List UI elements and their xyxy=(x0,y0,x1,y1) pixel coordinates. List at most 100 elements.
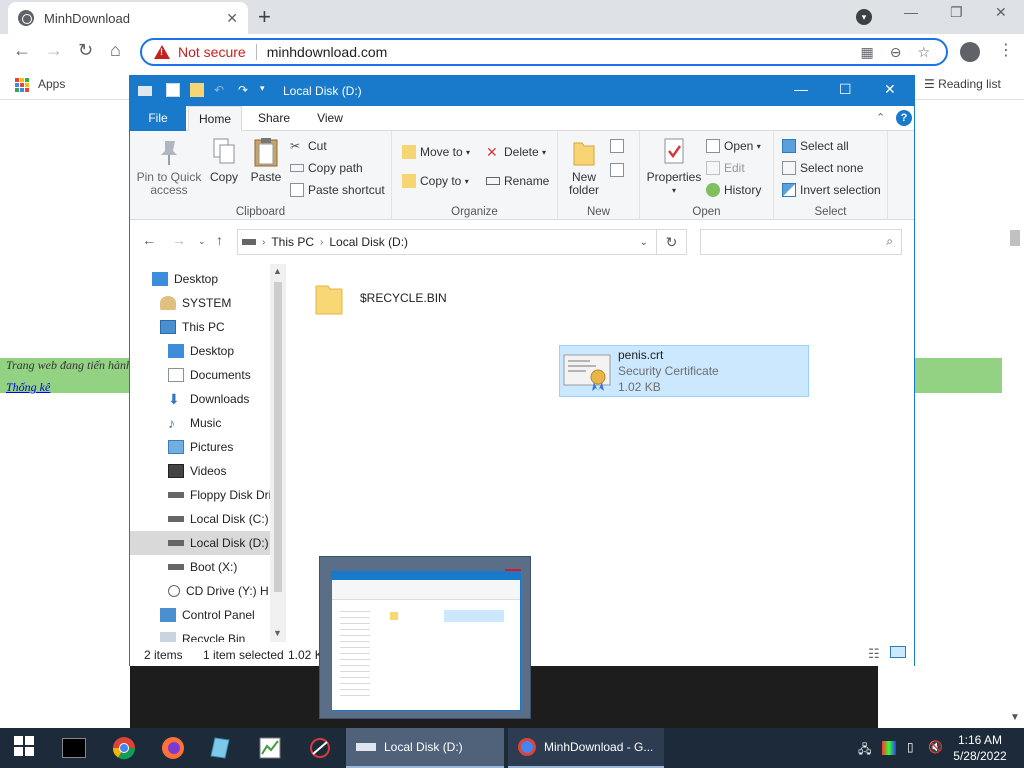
paste-shortcut-button[interactable]: Paste shortcut xyxy=(290,183,385,197)
delete-button[interactable]: ✕ Delete ▾ xyxy=(486,145,546,159)
scroll-down-icon[interactable]: ▼ xyxy=(273,628,282,638)
nav-scroll-thumb[interactable] xyxy=(274,282,282,592)
explorer-back-button[interactable]: ← xyxy=(142,232,156,248)
nav-item-music[interactable]: ♪ Music xyxy=(130,411,270,435)
tab-home[interactable]: Home xyxy=(188,106,242,132)
nav-item-desktop[interactable]: Desktop xyxy=(130,339,270,363)
open-button[interactable]: Open ▾ xyxy=(706,139,761,153)
bookmark-star-icon[interactable]: ☆ xyxy=(917,44,930,61)
nav-item-local-disk-c[interactable]: Local Disk (C:) xyxy=(130,507,270,531)
breadcrumb-this-pc[interactable]: This PC xyxy=(271,235,314,249)
close-window-icon[interactable]: ✕ xyxy=(995,4,1007,21)
system-clock[interactable]: 1:16 AM 5/28/2022 xyxy=(950,732,1010,764)
new-tab-button[interactable]: + xyxy=(258,4,271,30)
help-icon[interactable]: ? xyxy=(896,110,912,126)
breadcrumb-local-disk[interactable]: Local Disk (D:) xyxy=(329,235,408,249)
move-to-button[interactable]: Move to ▾ xyxy=(402,145,470,159)
details-view-icon[interactable]: ☷ xyxy=(868,646,880,662)
nav-item-this-pc[interactable]: This PC xyxy=(130,315,270,339)
windows-start-icon[interactable] xyxy=(14,736,38,760)
new-folder-button[interactable]: New folder xyxy=(564,137,604,197)
explorer-close-icon[interactable]: ✕ xyxy=(884,81,896,98)
display-icon[interactable] xyxy=(882,741,896,755)
easy-access-icon[interactable] xyxy=(610,163,624,177)
properties-quick-icon[interactable] xyxy=(166,83,180,97)
tab-file[interactable]: File xyxy=(130,106,186,131)
redo-icon[interactable]: ↷ xyxy=(238,83,252,97)
tab-view[interactable]: View xyxy=(304,106,356,131)
home-button[interactable]: ⌂ xyxy=(110,40,121,61)
file-item-recycle-bin-folder[interactable]: $RECYCLE.BIN xyxy=(314,272,534,324)
nav-item-local-disk-d[interactable]: Local Disk (D:) xyxy=(130,531,270,555)
copy-path-button[interactable]: Copy path xyxy=(290,161,363,175)
undo-icon[interactable]: ↶ xyxy=(214,83,228,97)
recent-locations-icon[interactable]: ⌄ xyxy=(198,236,206,247)
cut-button[interactable]: ✂ Cut xyxy=(290,139,327,153)
nav-item-videos[interactable]: Videos xyxy=(130,459,270,483)
tab-share[interactable]: Share xyxy=(248,106,300,131)
taskbar-explorer-button[interactable]: Local Disk (D:) xyxy=(346,728,504,768)
taskbar-thumbnail-preview[interactable]: ✕ xyxy=(319,556,531,719)
customize-quick-access-icon[interactable]: ▾ xyxy=(260,83,274,97)
browser-tab[interactable]: MinhDownload ✕ xyxy=(8,2,248,34)
new-item-icon[interactable] xyxy=(610,139,624,153)
large-icons-view-icon[interactable] xyxy=(890,646,906,658)
explorer-maximize-icon[interactable]: ☐ xyxy=(839,81,852,98)
collapse-ribbon-icon[interactable]: ⌃ xyxy=(876,111,885,124)
notepad-icon[interactable] xyxy=(209,736,233,760)
menu-dots-icon[interactable]: ⋮ xyxy=(998,40,1014,60)
command-prompt-icon[interactable] xyxy=(62,738,86,758)
address-box[interactable]: › This PC › Local Disk (D:) ⌄ xyxy=(237,229,657,255)
profile-avatar[interactable] xyxy=(960,42,980,62)
nav-item-cd-drive[interactable]: CD Drive (Y:) H xyxy=(130,579,270,603)
apps-link[interactable]: Apps xyxy=(38,77,65,91)
nav-pane-scrollbar[interactable]: ▲ ▼ xyxy=(270,264,286,642)
qr-code-icon[interactable]: ▦ xyxy=(860,44,873,61)
edit-button[interactable]: Edit xyxy=(706,161,745,175)
up-button[interactable]: ↑ xyxy=(216,232,223,248)
file-item-certificate[interactable]: penis.crt Security Certificate 1.02 KB xyxy=(559,345,809,397)
apps-grid-icon[interactable] xyxy=(15,78,29,92)
restore-icon[interactable]: ❐ xyxy=(950,4,963,21)
invert-selection-button[interactable]: Invert selection xyxy=(782,183,881,197)
paste-button[interactable]: Paste xyxy=(248,137,284,184)
explorer-minimize-icon[interactable]: — xyxy=(794,81,808,97)
page-scrollbar-thumb[interactable] xyxy=(1010,230,1020,246)
statistics-link[interactable]: Thống kê xyxy=(6,380,50,395)
explorer-title-bar[interactable]: ↶ ↷ ▾ Local Disk (D:) — ☐ ✕ xyxy=(130,76,914,106)
minimize-icon[interactable]: — xyxy=(904,4,918,20)
scroll-up-icon[interactable]: ▲ xyxy=(273,266,282,276)
properties-button[interactable]: Properties ▾ xyxy=(646,137,702,197)
new-folder-quick-icon[interactable] xyxy=(190,83,204,97)
pin-quick-access-button[interactable]: Pin to Quick access xyxy=(136,137,202,197)
reading-list-button[interactable]: ☰ Reading list xyxy=(924,77,1001,91)
history-button[interactable]: History xyxy=(706,183,761,197)
snipping-tool-icon[interactable] xyxy=(308,736,332,760)
firefox-icon[interactable] xyxy=(161,736,185,760)
address-history-icon[interactable]: ⌄ xyxy=(640,237,648,248)
select-none-button[interactable]: Select none xyxy=(782,161,863,175)
explorer-forward-button[interactable]: → xyxy=(172,232,186,248)
nav-item-documents[interactable]: Documents xyxy=(130,363,270,387)
back-button[interactable]: ← xyxy=(13,40,31,61)
chrome-icon[interactable] xyxy=(112,736,136,760)
refresh-button[interactable]: ↻ xyxy=(657,229,687,255)
copy-button[interactable]: Copy xyxy=(206,137,242,184)
nav-item-downloads[interactable]: ⬇ Downloads xyxy=(130,387,270,411)
reload-button[interactable]: ↻ xyxy=(78,40,93,61)
volume-muted-icon[interactable]: 🔇 xyxy=(928,740,943,754)
rename-button[interactable]: Rename xyxy=(486,174,549,188)
copy-to-button[interactable]: Copy to ▾ xyxy=(402,174,469,188)
url-text[interactable]: minhdownload.com xyxy=(267,44,861,60)
page-scroll-down-icon[interactable]: ▼ xyxy=(1010,712,1020,723)
close-tab-icon[interactable]: ✕ xyxy=(226,10,238,27)
select-all-button[interactable]: Select all xyxy=(782,139,849,153)
tab-search-icon[interactable]: ▾ xyxy=(856,9,872,25)
forward-button[interactable]: → xyxy=(45,40,63,61)
task-manager-icon[interactable] xyxy=(258,736,282,760)
nav-item-control-panel[interactable]: Control Panel xyxy=(130,603,270,627)
nav-item-desktop-root[interactable]: Desktop xyxy=(130,267,270,291)
nav-item-floppy[interactable]: Floppy Disk Dri xyxy=(130,483,270,507)
usb-icon[interactable]: ▯ xyxy=(907,740,914,754)
nav-item-system[interactable]: SYSTEM xyxy=(130,291,270,315)
